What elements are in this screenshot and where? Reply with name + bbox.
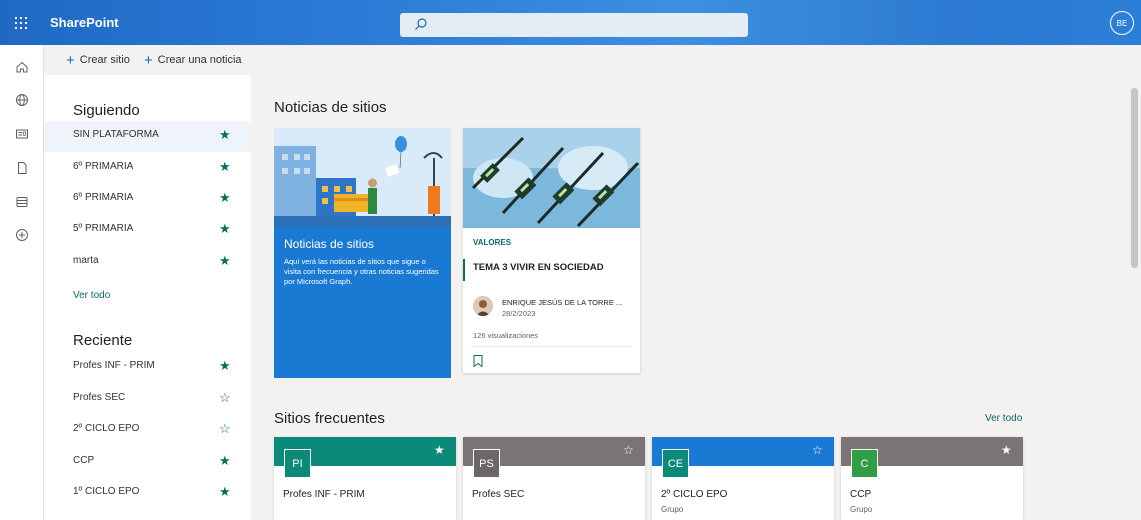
recent-item[interactable]: 2º CICLO EPO ☆ bbox=[44, 415, 251, 446]
recent-item[interactable]: CCP ★ bbox=[44, 447, 251, 478]
following-item[interactable]: marta ★ bbox=[44, 247, 251, 278]
news-article-author[interactable]: ENRIQUE JESÚS DE LA TORRE ... bbox=[502, 298, 622, 307]
star-filled-icon[interactable]: ★ bbox=[219, 190, 231, 206]
news-article-date: 28/2/2023 bbox=[502, 309, 536, 318]
star-outline-icon[interactable]: ☆ bbox=[812, 443, 823, 457]
following-see-all-link[interactable]: Ver todo bbox=[73, 290, 110, 301]
star-filled-icon[interactable]: ★ bbox=[219, 358, 231, 374]
following-title: Siguiendo bbox=[73, 102, 140, 119]
news-promo-card[interactable]: Noticias de sitios Aquí verá las noticia… bbox=[274, 128, 451, 378]
news-article-card[interactable]: VALORES TEMA 3 VIVIR EN SOCIEDAD ENRIQUE… bbox=[463, 128, 640, 373]
frequent-site-card[interactable]: PI ★ Profes INF - PRIM bbox=[274, 437, 456, 520]
star-filled-icon[interactable]: ★ bbox=[434, 443, 445, 457]
site-name: CCP bbox=[850, 489, 872, 500]
recent-item[interactable]: Profes INF - PRIM ★ bbox=[44, 352, 251, 383]
author-avatar bbox=[473, 296, 493, 316]
star-filled-icon[interactable]: ★ bbox=[219, 453, 231, 469]
news-section-title: Noticias de sitios bbox=[274, 99, 387, 116]
suite-bar: SharePoint BE bbox=[0, 0, 1141, 45]
site-logo-tile: CE bbox=[662, 449, 689, 478]
recent-item[interactable]: 1º CICLO EPO ★ bbox=[44, 478, 251, 509]
news-icon[interactable] bbox=[12, 124, 32, 144]
app-launcher-icon[interactable] bbox=[0, 0, 42, 45]
star-filled-icon[interactable]: ★ bbox=[219, 127, 231, 143]
star-outline-icon[interactable]: ☆ bbox=[219, 421, 231, 437]
app-title[interactable]: SharePoint bbox=[50, 0, 119, 45]
following-item[interactable]: 6º PRIMARIA ★ bbox=[44, 184, 251, 215]
star-filled-icon[interactable]: ★ bbox=[1001, 443, 1012, 457]
scrollbar-thumb[interactable] bbox=[1131, 88, 1138, 268]
site-logo-tile: PS bbox=[473, 449, 500, 478]
frequent-sites-title: Sitios frecuentes bbox=[274, 410, 385, 427]
search-icon bbox=[415, 18, 427, 30]
user-avatar[interactable]: BE bbox=[1110, 11, 1134, 35]
recent-title: Reciente bbox=[73, 332, 133, 349]
search-box[interactable] bbox=[400, 13, 748, 37]
site-name: Profes SEC bbox=[472, 489, 525, 500]
title-accent-bar bbox=[463, 259, 465, 281]
site-type: Grupo bbox=[661, 505, 684, 514]
star-filled-icon[interactable]: ★ bbox=[219, 221, 231, 237]
home-icon[interactable] bbox=[12, 57, 32, 77]
star-filled-icon[interactable]: ★ bbox=[219, 159, 231, 175]
create-site-button[interactable]: + Crear sitio bbox=[66, 45, 130, 75]
create-news-button[interactable]: + Crear una noticia bbox=[144, 45, 242, 75]
frequent-site-card[interactable]: C ★ CCP Grupo bbox=[841, 437, 1023, 520]
globe-icon[interactable] bbox=[12, 90, 32, 110]
site-logo-tile: C bbox=[851, 449, 878, 478]
star-filled-icon[interactable]: ★ bbox=[219, 484, 231, 500]
news-article-title[interactable]: TEMA 3 VIVIR EN SOCIEDAD bbox=[473, 262, 604, 273]
command-bar: + Crear sitio + Crear una noticia bbox=[44, 45, 1141, 75]
sites-sidebar: Siguiendo SIN PLATAFORMA ★ 6º PRIMARIA ★… bbox=[44, 75, 251, 520]
add-circle-icon[interactable] bbox=[12, 225, 32, 245]
following-item[interactable]: SIN PLATAFORMA ★ bbox=[44, 121, 251, 152]
frequent-site-card[interactable]: CE ☆ 2º CICLO EPO Grupo bbox=[652, 437, 834, 520]
create-site-label: Crear sitio bbox=[79, 54, 130, 66]
news-article-views: 126 visualizaciones bbox=[473, 331, 539, 340]
plus-icon: + bbox=[144, 51, 153, 69]
news-article-image bbox=[463, 128, 640, 228]
star-filled-icon[interactable]: ★ bbox=[219, 253, 231, 269]
site-name: Profes INF - PRIM bbox=[283, 489, 365, 500]
site-type: Grupo bbox=[850, 505, 873, 514]
news-article-category[interactable]: VALORES bbox=[473, 238, 511, 247]
plus-icon: + bbox=[66, 51, 75, 69]
bookmark-icon[interactable] bbox=[473, 355, 483, 367]
site-name: 2º CICLO EPO bbox=[661, 489, 728, 500]
list-icon[interactable] bbox=[12, 192, 32, 212]
news-promo-description: Aquí verá las noticias de sitios que sig… bbox=[284, 257, 439, 286]
news-promo-title: Noticias de sitios bbox=[284, 237, 375, 251]
create-news-label: Crear una noticia bbox=[157, 54, 242, 66]
frequent-see-all-link[interactable]: Ver todo bbox=[985, 413, 1022, 424]
app-bar bbox=[0, 45, 44, 520]
recent-item[interactable]: Profes SEC ☆ bbox=[44, 384, 251, 415]
site-logo-tile: PI bbox=[284, 449, 311, 478]
star-outline-icon[interactable]: ☆ bbox=[219, 390, 231, 406]
news-illustration bbox=[274, 128, 451, 227]
frequent-site-card[interactable]: PS ☆ Profes SEC bbox=[463, 437, 645, 520]
star-outline-icon[interactable]: ☆ bbox=[623, 443, 634, 457]
following-item[interactable]: 6º PRIMARIA ★ bbox=[44, 153, 251, 184]
card-divider bbox=[471, 346, 632, 347]
following-item[interactable]: 5º PRIMARIA ★ bbox=[44, 215, 251, 246]
file-icon[interactable] bbox=[12, 158, 32, 178]
